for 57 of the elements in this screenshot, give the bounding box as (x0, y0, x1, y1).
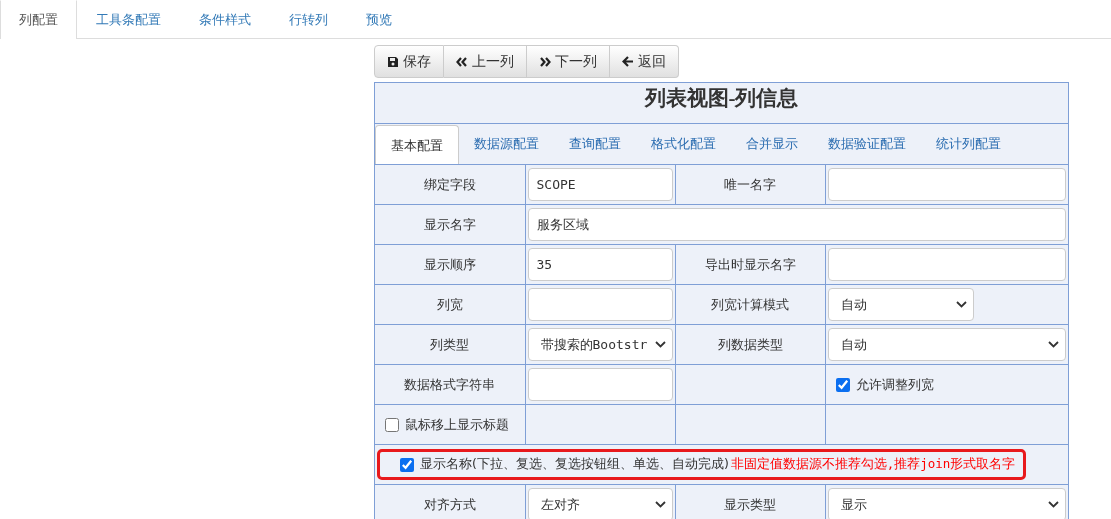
checkbox[interactable] (835, 377, 850, 392)
checkbox[interactable] (400, 457, 414, 472)
config-tab[interactable]: 数据验证配置 (813, 124, 921, 164)
next-button[interactable]: 下一列 (527, 45, 610, 78)
input-field[interactable]: SCOPE (527, 168, 673, 201)
warning-text: 非固定值数据源不推荐勾选,推荐join形式取名字 (730, 456, 1016, 473)
select-field[interactable]: 带搜索的Bootstr (527, 328, 673, 361)
field-label: 列宽计算模式 (711, 296, 789, 312)
input-field[interactable] (827, 168, 1066, 201)
previous-button[interactable]: 上一列 (444, 45, 527, 78)
chevron-down-icon (955, 301, 967, 308)
input-field[interactable]: 服务区域 (527, 208, 1066, 241)
config-tab[interactable]: 数据源配置 (459, 124, 554, 164)
page-tab[interactable]: 预览 (347, 0, 411, 39)
config-tab[interactable]: 合并显示 (731, 124, 813, 164)
field-label: 绑定字段 (423, 176, 476, 192)
save-icon (387, 55, 399, 68)
checkbox-label: 鼠标移上显示标题 (405, 415, 509, 434)
input-field[interactable] (527, 288, 673, 321)
chevron-down-icon (654, 341, 666, 348)
page-tab[interactable]: 行转列 (270, 0, 347, 39)
field-label: 列宽 (436, 296, 463, 312)
panel-title: 列表视图-列信息 (375, 83, 1068, 124)
select-field[interactable]: 显示 (827, 488, 1066, 519)
field-label: 显示顺序 (423, 256, 476, 272)
page-tab[interactable]: 工具条配置 (77, 0, 180, 39)
config-tab[interactable]: 格式化配置 (636, 124, 731, 164)
input-field[interactable] (527, 368, 673, 401)
field-label: 唯一名字 (724, 176, 776, 192)
config-tab[interactable]: 统计列配置 (921, 124, 1016, 164)
double-chevron-right-icon (539, 56, 551, 67)
field-label: 显示名字 (423, 216, 476, 232)
checkbox[interactable] (385, 417, 399, 432)
field-label: 显示类型 (724, 496, 776, 512)
save-button[interactable]: 保存 (374, 45, 444, 78)
field-label: 列数据类型 (717, 336, 783, 352)
input-field[interactable] (827, 248, 1066, 281)
back-button[interactable]: 返回 (610, 45, 679, 78)
chevron-down-icon (654, 501, 666, 508)
config-tab[interactable]: 基本配置 (375, 125, 459, 164)
checkbox-label: 显示名称(下拉、复选、复选按钮组、单选、自动完成) (420, 456, 729, 473)
config-tab[interactable]: 查询配置 (554, 124, 636, 164)
field-label: 列类型 (430, 336, 470, 352)
page-tab[interactable]: 列配置 (0, 0, 77, 39)
arrow-left-icon (622, 56, 634, 67)
field-label: 对齐方式 (423, 496, 476, 512)
input-field[interactable]: 35 (527, 248, 673, 281)
page-tab[interactable]: 条件样式 (180, 0, 270, 39)
checkbox-label: 允许调整列宽 (855, 375, 934, 394)
double-chevron-left-icon (456, 56, 468, 67)
select-field[interactable]: 左对齐 (527, 488, 673, 519)
chevron-down-icon (1048, 501, 1059, 508)
select-field[interactable]: 自动 (827, 288, 974, 321)
field-label: 数据格式字符串 (404, 376, 496, 392)
field-label: 导出时显示名字 (704, 256, 796, 272)
select-field[interactable]: 自动 (827, 328, 1066, 361)
chevron-down-icon (1048, 341, 1059, 348)
